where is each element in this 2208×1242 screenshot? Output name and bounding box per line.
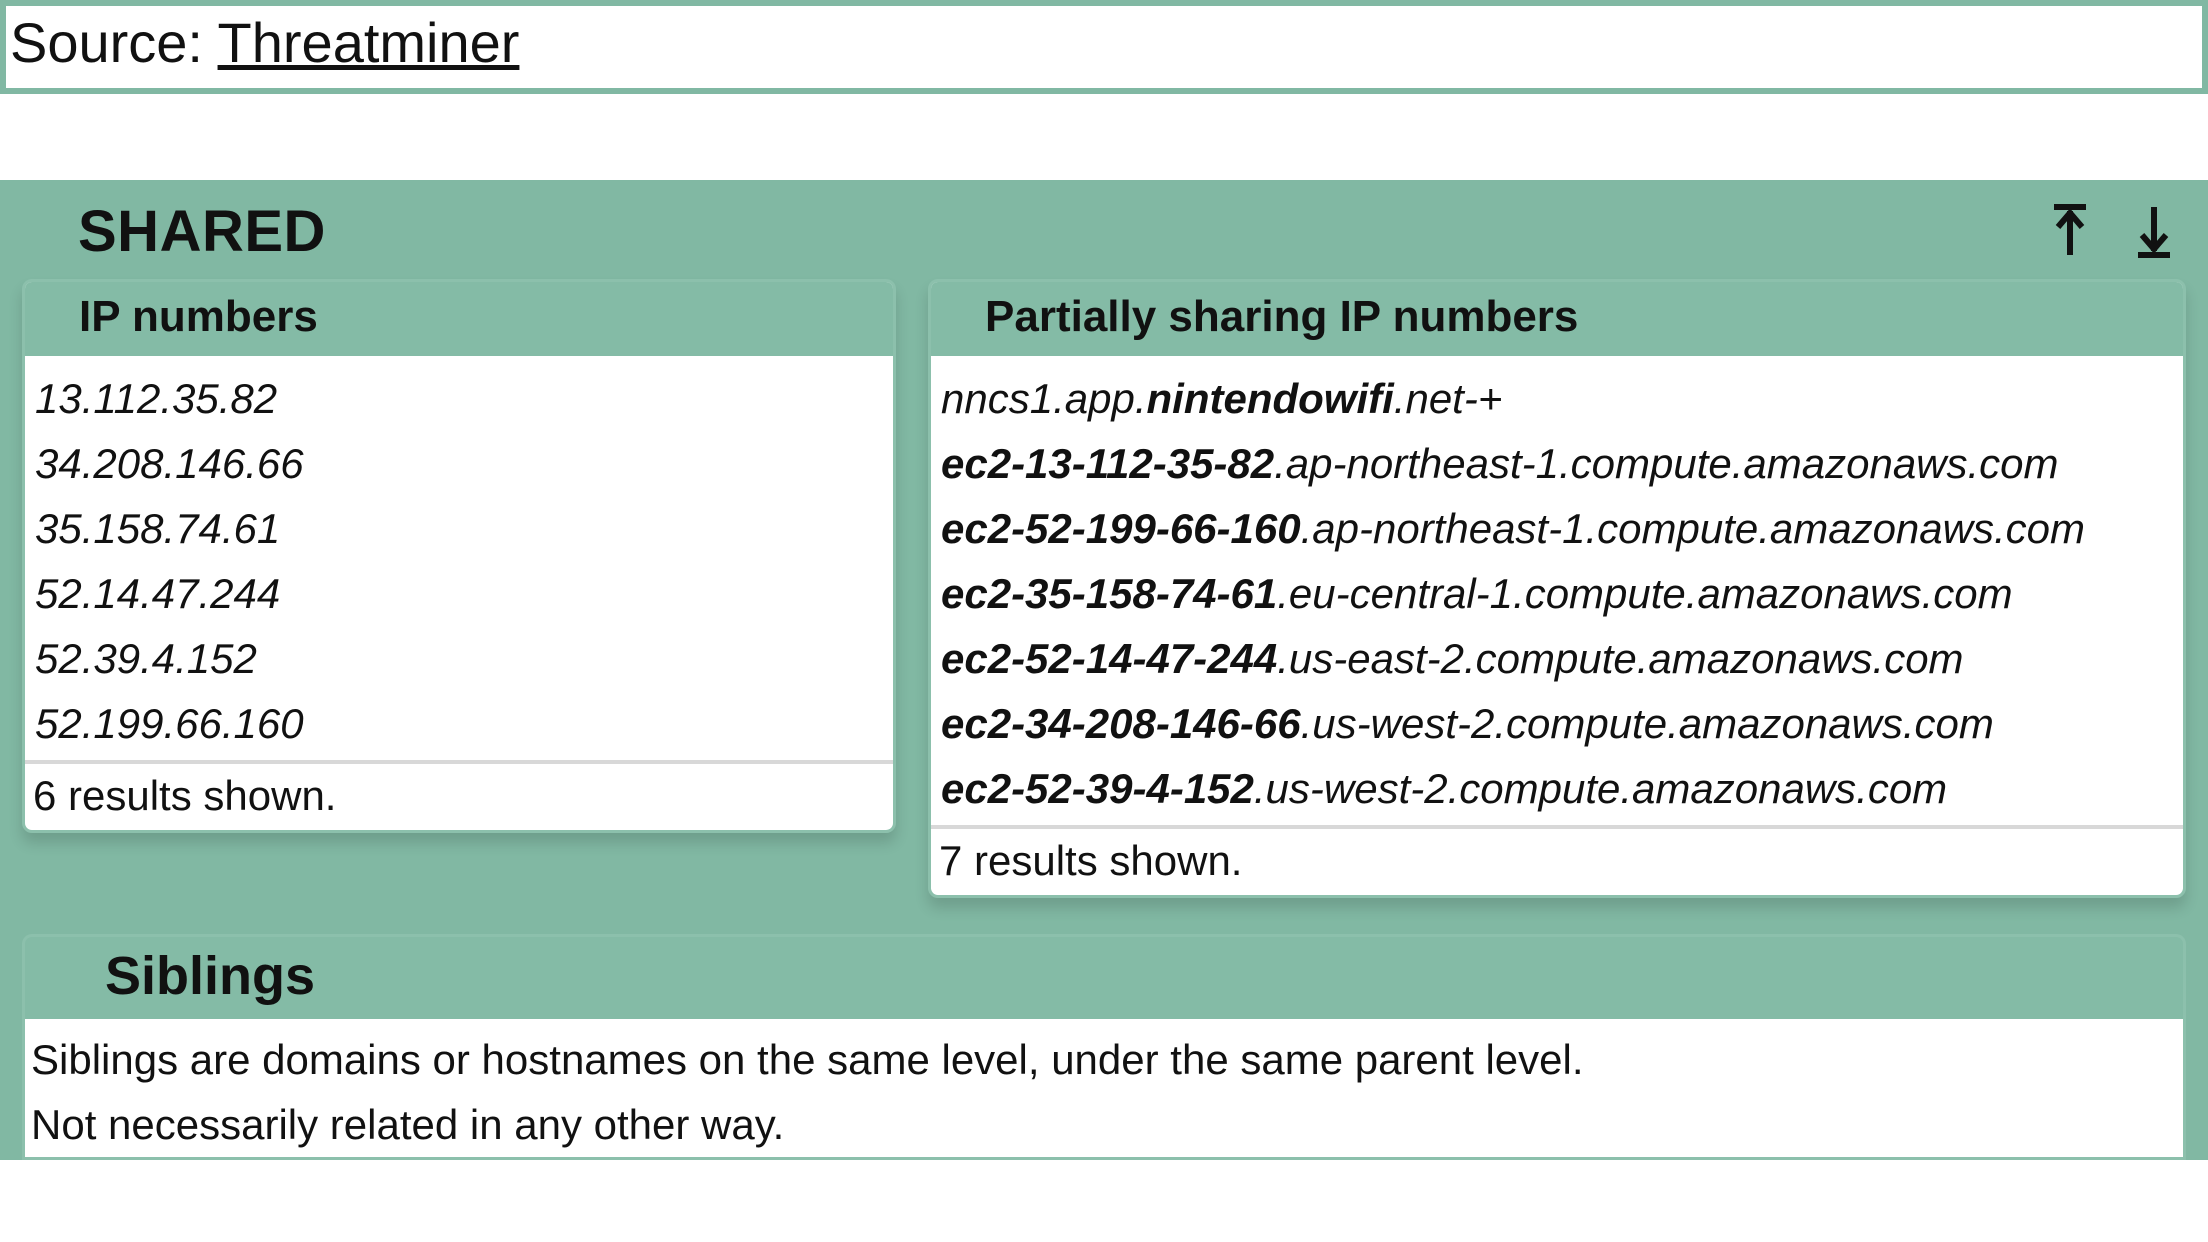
ip-numbers-panel: IP numbers 13.112.35.8234.208.146.6635.1…	[22, 279, 896, 834]
partial-ip-panel: Partially sharing IP numbers nncs1.app.n…	[928, 279, 2186, 899]
ip-row[interactable]: 35.158.74.61	[35, 496, 883, 561]
source-link[interactable]: Threatminer	[218, 11, 520, 74]
siblings-desc-1: Siblings are domains or hostnames on the…	[31, 1027, 2173, 1092]
ip-numbers-body: 13.112.35.8234.208.146.6635.158.74.6152.…	[25, 356, 893, 763]
expand-down-icon[interactable]	[2134, 203, 2174, 259]
ip-row[interactable]: 52.199.66.160	[35, 691, 883, 756]
ip-row[interactable]: 52.14.47.244	[35, 561, 883, 626]
hostname-row[interactable]: ec2-52-39-4-152.us-west-2.compute.amazon…	[941, 756, 2173, 821]
ip-row[interactable]: 52.39.4.152	[35, 626, 883, 691]
hostname-row[interactable]: nncs1.app.nintendowifi.net-+	[941, 366, 2173, 431]
ip-row[interactable]: 34.208.146.66	[35, 431, 883, 496]
partial-ip-body: nncs1.app.nintendowifi.net-+ec2-13-112-3…	[931, 356, 2183, 828]
ip-row[interactable]: 13.112.35.82	[35, 366, 883, 431]
shared-header-row: SHARED	[0, 180, 2208, 279]
hostname-row[interactable]: ec2-13-112-35-82.ap-northeast-1.compute.…	[941, 431, 2173, 496]
panels-row: IP numbers 13.112.35.8234.208.146.6635.1…	[0, 279, 2208, 935]
hostname-row[interactable]: ec2-52-199-66-160.ap-northeast-1.compute…	[941, 496, 2173, 561]
ip-numbers-title: IP numbers	[25, 282, 893, 356]
source-label: Source:	[10, 11, 218, 74]
siblings-desc-2: Not necessarily related in any other way…	[31, 1092, 2173, 1157]
shared-title: SHARED	[78, 198, 326, 265]
collapse-up-icon[interactable]	[2050, 203, 2090, 259]
hostname-row[interactable]: ec2-35-158-74-61.eu-central-1.compute.am…	[941, 561, 2173, 626]
siblings-title: Siblings	[22, 934, 2186, 1019]
partial-ip-title: Partially sharing IP numbers	[931, 282, 2183, 356]
ip-numbers-footer: 6 results shown.	[25, 762, 893, 830]
source-bar: Source: Threatminer	[6, 6, 2202, 88]
source-bar-outer: Source: Threatminer	[0, 0, 2208, 94]
sort-arrows	[2050, 203, 2180, 259]
hostname-row[interactable]: ec2-52-14-47-244.us-east-2.compute.amazo…	[941, 626, 2173, 691]
spacer	[0, 94, 2208, 180]
shared-section: SHARED IP numbers 13.112.35.8234.208.146…	[0, 180, 2208, 1161]
hostname-row[interactable]: ec2-34-208-146-66.us-west-2.compute.amaz…	[941, 691, 2173, 756]
partial-ip-footer: 7 results shown.	[931, 827, 2183, 895]
siblings-body: Siblings are domains or hostnames on the…	[22, 1019, 2186, 1160]
